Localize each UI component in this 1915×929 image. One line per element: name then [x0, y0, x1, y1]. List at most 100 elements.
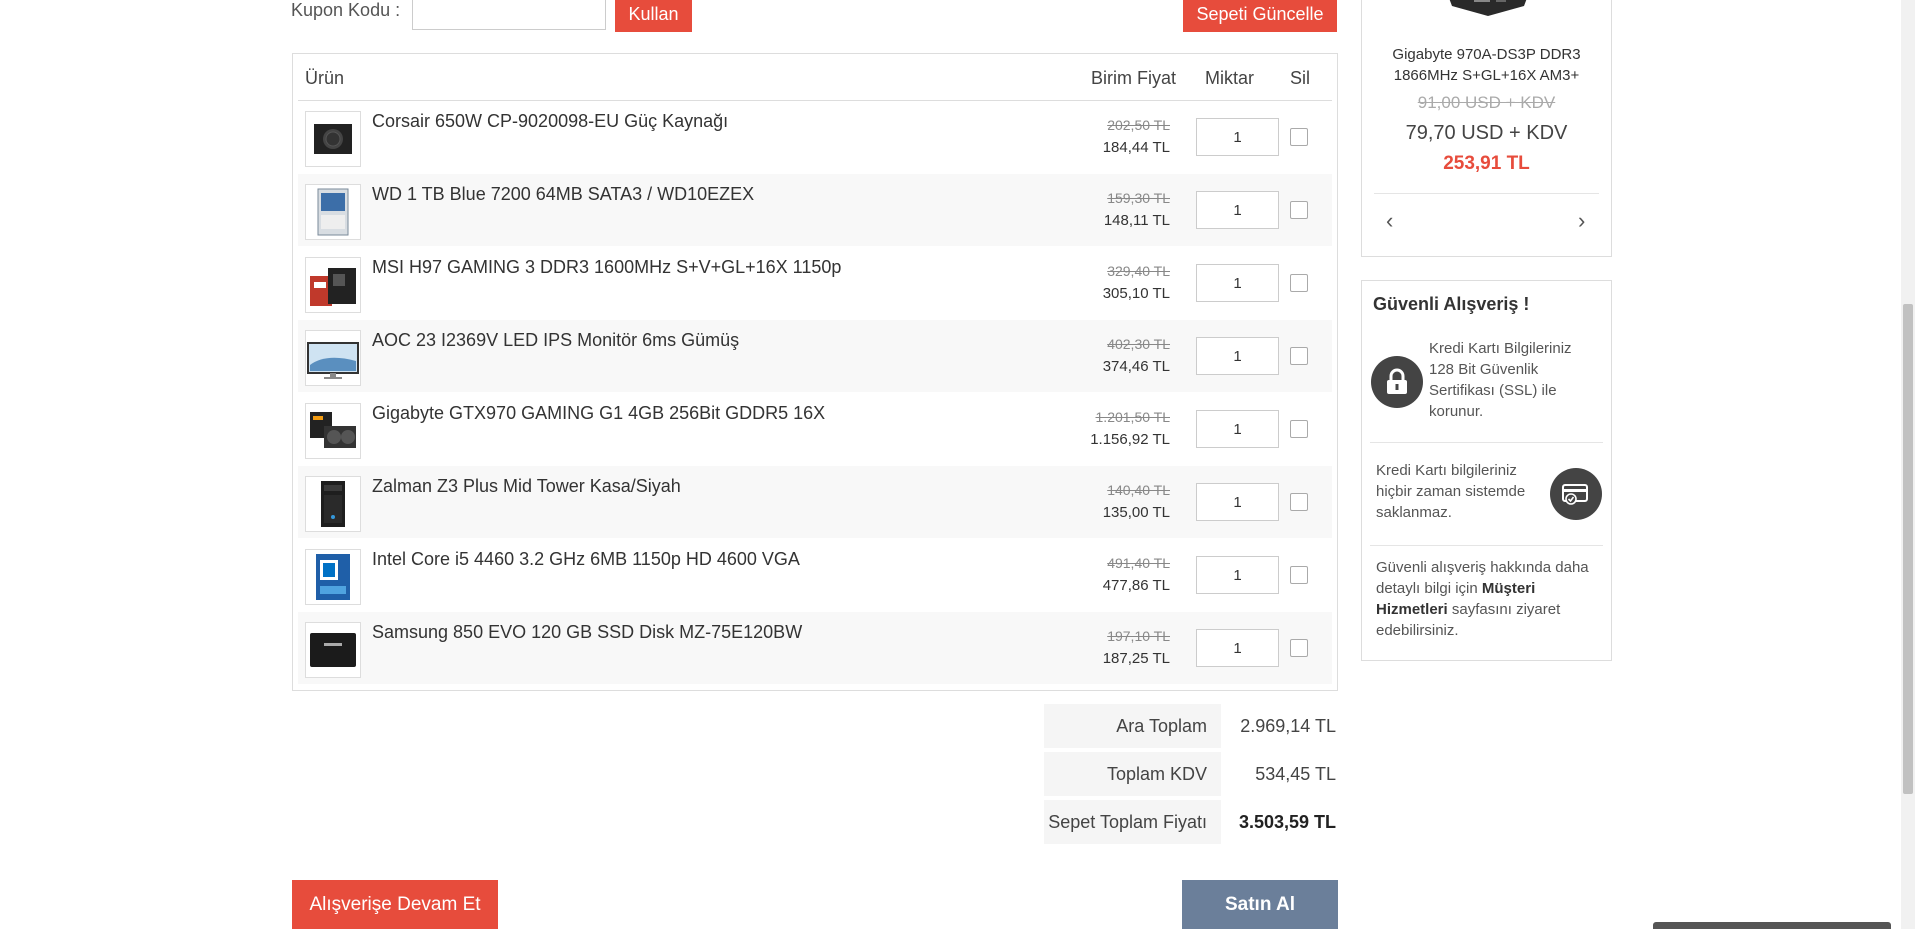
table-row: WD 1 TB Blue 7200 64MB SATA3 / WD10EZEX …: [298, 174, 1332, 246]
product-name[interactable]: Corsair 650W CP-9020098-EU Güç Kaynağı: [372, 111, 728, 132]
delete-checkbox[interactable]: [1290, 566, 1308, 584]
table-row: Samsung 850 EVO 120 GB SSD Disk MZ-75E12…: [298, 612, 1332, 684]
unit-price: 135,00 TL: [1102, 504, 1170, 521]
customer-service-info: Güvenli alışveriş hakkında daha detaylı …: [1376, 557, 1606, 641]
quantity-input[interactable]: [1196, 264, 1279, 302]
featured-price-tl: 253,91 TL: [1443, 153, 1530, 174]
vat-row: Toplam KDV 534,45 TL: [1044, 752, 1339, 796]
product-name[interactable]: Intel Core i5 4460 3.2 GHz 6MB 1150p HD …: [372, 549, 800, 570]
product-thumbnail[interactable]: [305, 111, 361, 167]
quantity-input[interactable]: [1196, 337, 1279, 375]
quantity-input[interactable]: [1196, 556, 1279, 594]
delete-checkbox[interactable]: [1290, 493, 1308, 511]
buy-button[interactable]: Satın Al: [1182, 880, 1338, 929]
quantity-input[interactable]: [1196, 118, 1279, 156]
update-cart-button[interactable]: Sepeti Güncelle: [1183, 0, 1337, 32]
subtotal-row: Ara Toplam 2.969,14 TL: [1044, 704, 1339, 748]
hard-drive-icon: [317, 188, 349, 236]
product-name[interactable]: Gigabyte GTX970 GAMING G1 4GB 256Bit GDD…: [372, 403, 825, 424]
header-quantity: Miktar: [1205, 68, 1254, 88]
coupon-label: Kupon Kodu :: [291, 0, 401, 20]
lock-icon: [1371, 356, 1423, 408]
product-thumbnail[interactable]: [305, 476, 361, 532]
credit-card-check-icon: [1550, 468, 1602, 520]
table-row: MSI H97 GAMING 3 DDR3 1600MHz S+V+GL+16X…: [298, 247, 1332, 319]
page-scrollbar-thumb[interactable]: [1903, 304, 1913, 794]
coupon-input[interactable]: [412, 0, 606, 30]
floating-panel-tab[interactable]: [1653, 922, 1891, 929]
quantity-input[interactable]: [1196, 191, 1279, 229]
processor-box-icon: [316, 554, 350, 600]
delete-checkbox[interactable]: [1290, 201, 1308, 219]
cart-table-header: Ürün Birim Fiyat Miktar Sil: [298, 54, 1332, 101]
header-unit-price: Birim Fiyat: [1091, 68, 1176, 88]
product-name[interactable]: Zalman Z3 Plus Mid Tower Kasa/Siyah: [372, 476, 681, 497]
table-row: Gigabyte GTX970 GAMING G1 4GB 256Bit GDD…: [298, 393, 1332, 465]
graphics-card-icon: [310, 412, 356, 448]
unit-price: 187,25 TL: [1102, 650, 1170, 667]
product-name[interactable]: Samsung 850 EVO 120 GB SSD Disk MZ-75E12…: [372, 622, 802, 643]
old-price: 140,40 TL: [1107, 482, 1170, 498]
product-thumbnail[interactable]: [305, 549, 361, 605]
chevron-left-icon[interactable]: ‹: [1386, 208, 1393, 234]
product-name[interactable]: MSI H97 GAMING 3 DDR3 1600MHz S+V+GL+16X…: [372, 257, 841, 278]
delete-checkbox[interactable]: [1290, 420, 1308, 438]
product-thumbnail[interactable]: [305, 622, 361, 678]
pc-case-icon: [321, 481, 345, 527]
unit-price: 184,44 TL: [1102, 139, 1170, 156]
vat-value: 534,45 TL: [1255, 763, 1336, 784]
featured-price-usd: 79,70 USD + KDV: [1405, 122, 1568, 144]
unit-price: 305,10 TL: [1102, 285, 1170, 302]
unit-price: 374,46 TL: [1102, 358, 1170, 375]
quantity-input[interactable]: [1196, 410, 1279, 448]
featured-old-price: 91,00 USD + KDV: [1417, 93, 1556, 112]
product-name[interactable]: AOC 23 I2369V LED IPS Monitör 6ms Gümüş: [372, 330, 739, 351]
old-price: 197,10 TL: [1107, 628, 1170, 644]
quantity-input[interactable]: [1196, 629, 1279, 667]
product-thumbnail[interactable]: [305, 403, 361, 459]
quantity-input[interactable]: [1196, 483, 1279, 521]
table-row: Zalman Z3 Plus Mid Tower Kasa/Siyah 140,…: [298, 466, 1332, 538]
table-row: Corsair 650W CP-9020098-EU Güç Kaynağı 2…: [298, 101, 1332, 173]
divider: [1374, 193, 1599, 194]
card-storage-info-text: Kredi Kartı bilgileriniz hiçbir zaman si…: [1376, 462, 1526, 521]
unit-price: 1.156,92 TL: [1090, 431, 1170, 448]
secure-shopping-box: Güvenli Alışveriş ! Kredi Kartı Bilgiler…: [1361, 280, 1612, 661]
featured-product-name-line2: 1866MHz S+GL+16X AM3+: [1393, 67, 1580, 84]
chevron-right-icon[interactable]: ›: [1578, 208, 1585, 234]
table-row: AOC 23 I2369V LED IPS Monitör 6ms Gümüş …: [298, 320, 1332, 392]
divider: [1370, 442, 1603, 443]
old-price: 329,40 TL: [1107, 263, 1170, 279]
product-thumbnail[interactable]: [305, 184, 361, 240]
delete-checkbox[interactable]: [1290, 274, 1308, 292]
old-price: 202,50 TL: [1107, 117, 1170, 133]
vat-label: Toplam KDV: [1044, 752, 1221, 796]
divider: [1370, 545, 1603, 546]
header-delete: Sil: [1290, 68, 1311, 88]
motherboard-image[interactable]: [1440, 0, 1536, 18]
header-product: Ürün: [305, 68, 345, 88]
power-supply-icon: [314, 124, 352, 154]
product-name[interactable]: WD 1 TB Blue 7200 64MB SATA3 / WD10EZEX: [372, 184, 754, 205]
ssd-icon: [310, 633, 356, 667]
product-thumbnail[interactable]: [305, 257, 361, 313]
unit-price: 477,86 TL: [1102, 577, 1170, 594]
delete-checkbox[interactable]: [1290, 639, 1308, 657]
cart-table: Ürün Birim Fiyat Miktar Sil Corsair 650W…: [292, 53, 1338, 691]
delete-checkbox[interactable]: [1290, 347, 1308, 365]
grand-total-value: 3.503,59 TL: [1238, 811, 1336, 832]
motherboard-icon: [310, 268, 356, 306]
grand-total-row: Sepet Toplam Fiyatı 3.503,59 TL: [1044, 800, 1339, 844]
subtotal-label: Ara Toplam: [1044, 704, 1221, 748]
apply-coupon-button[interactable]: Kullan: [615, 0, 692, 32]
continue-shopping-button[interactable]: Alışverişe Devam Et: [292, 880, 498, 929]
featured-product-box: Gigabyte 970A-DS3P DDR3 1866MHz S+GL+16X…: [1361, 0, 1612, 257]
old-price: 491,40 TL: [1107, 555, 1170, 571]
featured-product-name[interactable]: Gigabyte 970A-DS3P DDR3 1866MHz S+GL+16X…: [1362, 44, 1611, 86]
product-thumbnail[interactable]: [305, 330, 361, 386]
table-row: Intel Core i5 4460 3.2 GHz 6MB 1150p HD …: [298, 539, 1332, 611]
monitor-icon: [307, 342, 359, 379]
delete-checkbox[interactable]: [1290, 128, 1308, 146]
unit-price: 148,11 TL: [1103, 212, 1170, 229]
grand-total-label: Sepet Toplam Fiyatı: [1044, 800, 1221, 844]
